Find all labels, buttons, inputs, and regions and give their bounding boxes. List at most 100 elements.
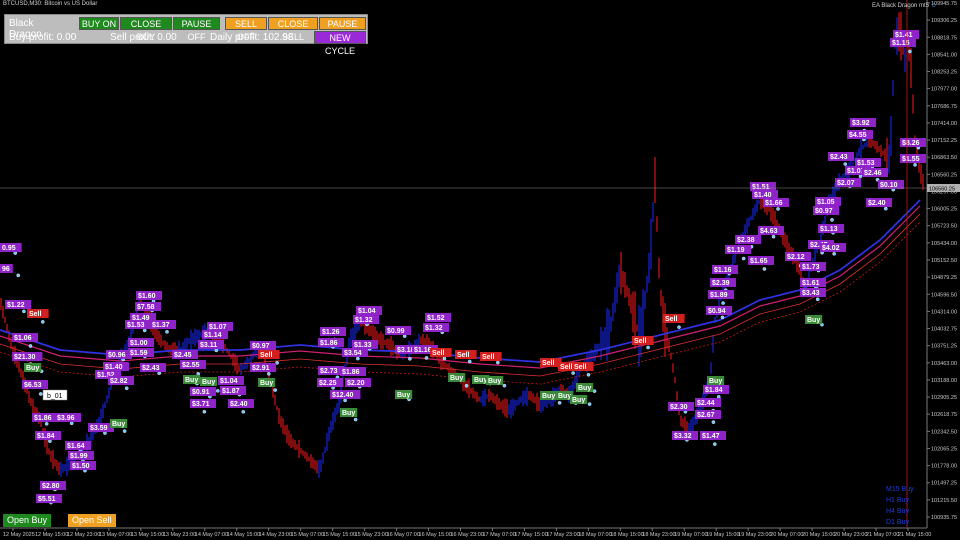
time-tick-label: 21 May 15:00 [898,532,931,538]
trade-label-text: $4.63 [760,228,778,235]
sell-pause-button[interactable]: PAUSE OFF [319,17,366,42]
sell-off-button[interactable]: SELL OFF [225,17,267,42]
trade-label-buy: Buy [707,376,725,385]
trade-label-text: $1.53 [127,322,145,329]
trade-dot [442,356,447,361]
trade-label-profit: $6.53 [22,380,48,389]
legend-item: D1 Buy [886,519,909,526]
trade-label-text: Buy [488,378,501,385]
b01-marker-text: b_01 [47,393,63,400]
trade-label-text: $1.33 [354,342,372,349]
new-cycle-button[interactable]: NEW CYCLE [314,31,366,56]
time-tick-label: 20 May 15:00 [802,532,835,538]
trade-label-text: Sell [260,352,273,359]
trade-label-profit: $1.41 [893,30,919,39]
trade-label-profit: $1.51 [750,182,776,191]
buy-pause-button[interactable]: PAUSE OFF [173,17,220,42]
trade-label-profit: $2.20 [345,378,371,387]
trade-dot [741,256,746,261]
trade-label-profit: $1.59 [128,348,154,357]
trade-label-profit: $1.73 [800,262,826,271]
trade-label-text: $1.19 [727,247,745,254]
trade-dot [402,334,407,338]
time-tick-label: 16 May 23:00 [451,532,484,538]
trade-label-profit: $1.19 [725,245,751,254]
trade-label-text: $2.30 [670,404,688,411]
time-tick-label: 19 May 07:00 [674,532,707,538]
trade-label-text: $21.30 [14,354,36,361]
trade-label-profit: $1.16 [712,265,738,274]
trade-dot [353,417,358,422]
price-tick-label: 107414.00 [931,121,957,127]
trade-label-profit: $1.52 [425,313,451,322]
trade-label-text: $1.55 [902,156,920,163]
trade-label-profit: $1.06 [12,333,38,342]
trade-label-profit: $4.55 [847,130,873,139]
buy-on-button[interactable]: BUY ON [79,17,119,30]
legend-item: M15 Buy [886,486,914,493]
trade-label-text: $1.84 [37,433,55,440]
trade-label-text: $3.59 [90,425,108,432]
trade-label-text: $1.04 [358,308,376,315]
trade-label-profit: $2.43 [140,363,166,372]
trade-label-text: $0.96 [108,352,126,359]
trade-label-text: $1.51 [752,184,770,191]
trade-label-profit: $2.80 [40,481,66,490]
price-tick-label: 106863.50 [931,155,957,161]
trade-label-text: $1.87 [222,388,240,395]
time-tick-label: 16 May 07:00 [387,532,420,538]
trade-dot [273,388,278,392]
time-tick-label: 18 May 07:00 [578,532,611,538]
timeframe-legend: M15 Buy H1 Buy H4 Buy D1 Buy [886,484,914,528]
trade-dot [858,174,863,179]
trade-label-profit: $1.65 [748,256,774,265]
price-tick-label: 101215.50 [931,498,957,504]
trade-label-buy: Buy [200,377,218,386]
price-tick-label: 101778.00 [931,464,957,470]
open-sell-button[interactable]: Open Sell [68,514,116,527]
time-tick-label: 17 May 15:00 [514,532,547,538]
trade-label-sell: Sell [632,336,654,345]
close-sell-button[interactable]: CLOSE SELL [268,17,318,42]
trade-dot [38,392,43,396]
trade-label-text: Buy [558,393,571,400]
trade-label-text: $1.37 [152,322,170,329]
trade-label-text: $1.32 [425,325,443,332]
trade-label-buy: Buy [183,375,201,384]
trade-label-text: Buy [260,380,273,387]
trade-label-profit: $1.37 [150,320,176,329]
close-buy-button[interactable]: CLOSE BUY [120,17,172,42]
trade-label-profit: $1.32 [423,323,449,332]
trade-dot [196,372,201,376]
b01-marker: b_01 [42,389,68,401]
trade-label-profit: $0.97 [813,206,839,215]
trade-label-text: $1.05 [817,199,835,206]
trade-dot [343,398,347,403]
price-tick-label: 103463.00 [931,361,957,367]
trade-label-text: $3.18 [397,347,415,354]
price-tick-label: 102342.50 [931,429,957,435]
trade-label-profit: $1.04 [218,376,244,385]
trade-label-text: $3.54 [344,350,362,357]
trade-label-profit: $1.53 [855,158,881,167]
trade-label-text: Sell [574,364,587,371]
price-tick-label: 108253.25 [931,70,957,76]
price-tick-label: 106005.25 [931,207,957,213]
trade-label-text: Buy [185,377,198,384]
trade-dot [913,163,917,167]
trade-label-profit: $1.00 [128,338,154,347]
trade-dot [571,371,575,375]
trade-dot [142,328,147,333]
trade-label-sell: Sell [663,314,685,323]
trade-label-text: $1.32 [355,317,373,324]
trade-label-profit: $1.50 [70,461,96,470]
price-chart[interactable]: 0.95 96 $1.22 Sell $1.06 $21.30 Buy $6.53 $1.86 $… [0,0,960,540]
trade-label-profit: $3.92 [850,118,876,127]
trade-label-profit: $1.22 [5,300,31,309]
trade-label-text: $1.07 [209,324,227,331]
price-tick-label: 104596.50 [931,292,957,298]
open-buy-button[interactable]: Open Buy [3,514,52,527]
price-tick-label: 100935.75 [931,515,957,521]
price-tick-label: 107686.75 [931,104,957,110]
trade-label-profit: $1.40 [752,190,778,199]
